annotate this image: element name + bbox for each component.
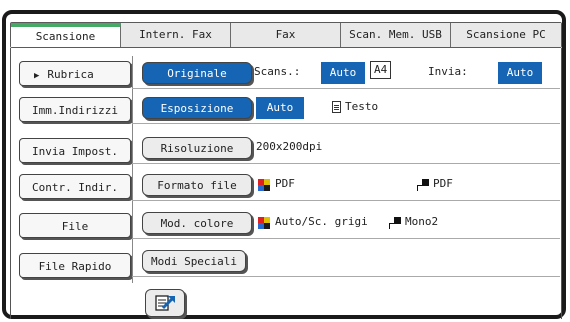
sidebar-item-imm-indirizzi[interactable]: Imm.Indirizzi: [19, 97, 131, 122]
invia-value-badge: Auto: [498, 62, 542, 84]
sidebar-item-label: Rubrica: [47, 68, 94, 81]
paper-size-a4: A4: [370, 61, 392, 79]
color-format: PDF: [275, 177, 295, 190]
invia-label: Invia:: [428, 65, 468, 78]
esposizione-row: Esposizione Auto Testo: [132, 93, 560, 124]
color-quad-icon: [258, 217, 270, 229]
send-action-button[interactable]: [145, 289, 185, 317]
esposizione-button[interactable]: Esposizione: [142, 97, 252, 119]
mono-icon: [416, 179, 430, 191]
mono-mode: Mono2: [405, 215, 439, 228]
tab-scansione-pc[interactable]: Scansione PC: [451, 23, 561, 47]
mode-tabs: Scansione Intern. Fax Fax Scan. Mem. USB…: [10, 22, 562, 48]
send-arrow-icon: [155, 295, 175, 311]
mod-colore-row: Mod. colore Auto/Sc. grigi Mono2: [132, 208, 560, 239]
document-icon: [332, 101, 341, 113]
sidebar-item-label: File Rapido: [38, 260, 112, 273]
formato-file-row: Formato file PDF PDF: [132, 170, 560, 201]
sidebar-item-file-rapido[interactable]: File Rapido: [19, 253, 131, 278]
mod-colore-button[interactable]: Mod. colore: [142, 212, 252, 234]
tab-scan-mem-usb[interactable]: Scan. Mem. USB: [341, 23, 451, 47]
esposizione-mode: Testo: [345, 100, 379, 113]
modi-speciali-button[interactable]: Modi Speciali: [142, 250, 246, 272]
modi-speciali-row: Modi Speciali: [132, 246, 560, 277]
scans-value-badge: Auto: [321, 62, 365, 84]
sidebar-item-label: File: [61, 220, 89, 233]
originale-button[interactable]: Originale: [142, 62, 252, 84]
sidebar-item-label: Imm.Indirizzi: [31, 104, 119, 117]
mono-icon: [388, 217, 402, 229]
risoluzione-value: 200x200dpi: [256, 140, 323, 153]
formato-file-button[interactable]: Formato file: [142, 174, 252, 196]
mono-format: PDF: [433, 177, 453, 190]
sidebar-item-file[interactable]: File: [19, 213, 131, 238]
sidebar-item-label: Contr. Indir.: [31, 181, 119, 194]
originale-row: Originale Scans.: Auto A4 Invia: Auto: [132, 58, 560, 89]
color-quad-icon: [258, 179, 270, 191]
esposizione-value-badge: Auto: [256, 97, 304, 119]
tab-scansione[interactable]: Scansione: [11, 23, 121, 47]
sidebar-item-contr-indir[interactable]: Contr. Indir.: [19, 174, 131, 199]
sidebar-item-rubrica[interactable]: ▶ Rubrica: [19, 61, 131, 86]
risoluzione-button[interactable]: Risoluzione: [142, 137, 252, 159]
tab-intern-fax[interactable]: Intern. Fax: [121, 23, 231, 47]
risoluzione-row: Risoluzione 200x200dpi: [132, 133, 560, 164]
sidebar-item-invia-impost[interactable]: Invia Impost.: [19, 138, 131, 163]
color-mode: Auto/Sc. grigi: [275, 215, 368, 228]
triangle-right-icon: ▶: [34, 71, 40, 81]
sidebar-item-label: Invia Impost.: [31, 145, 119, 158]
tab-fax[interactable]: Fax: [231, 23, 341, 47]
scans-label: Scans.:: [254, 65, 301, 78]
